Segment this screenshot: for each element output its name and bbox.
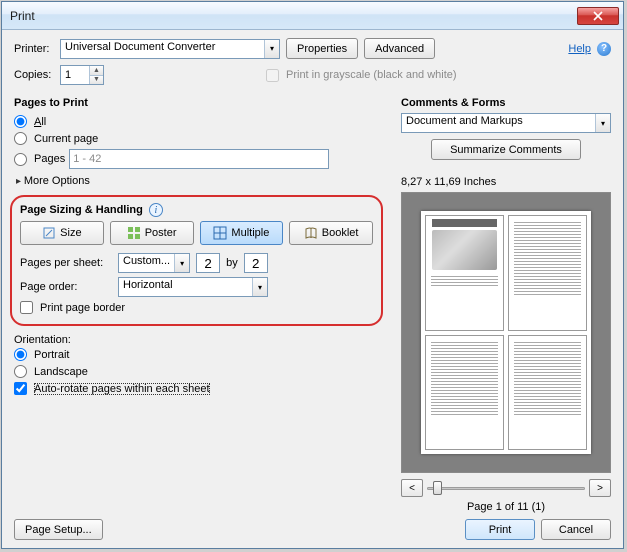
portrait-label: Portrait	[34, 349, 69, 361]
page-setup-button[interactable]: Page Setup...	[14, 519, 103, 540]
autorotate-checkbox[interactable]	[14, 382, 27, 395]
pages-all-radio[interactable]	[14, 115, 27, 128]
preview-page-1	[425, 215, 504, 331]
multiple-toggle[interactable]: Multiple	[200, 221, 284, 245]
pages-range-label: Pages	[34, 153, 65, 165]
copies-input[interactable]	[61, 66, 89, 84]
spinner-up-icon[interactable]: ▲	[90, 66, 103, 76]
pps-cols-input[interactable]	[196, 253, 220, 273]
spinner-down-icon[interactable]: ▼	[90, 76, 103, 85]
preview-page-3	[425, 335, 504, 451]
pages-range-input[interactable]	[69, 149, 329, 169]
printer-select[interactable]: Universal Document Converter ▾	[60, 39, 280, 59]
pps-by-label: by	[226, 257, 238, 269]
window-title: Print	[10, 9, 577, 23]
print-border-checkbox[interactable]	[20, 301, 33, 314]
preview-dimensions: 8,27 x 11,69 Inches	[401, 176, 611, 188]
chevron-down-icon: ▾	[264, 40, 279, 58]
sizing-title: Page Sizing & Handling	[20, 204, 143, 216]
portrait-radio[interactable]	[14, 348, 27, 361]
size-toggle[interactable]: Size	[20, 221, 104, 245]
print-border-label: Print page border	[40, 302, 125, 314]
copies-spinner[interactable]: ▲ ▼	[60, 65, 104, 85]
close-button[interactable]	[577, 7, 619, 25]
preview-slider[interactable]	[427, 481, 585, 495]
autorotate-label: Auto-rotate pages within each sheet	[34, 383, 210, 395]
grayscale-checkbox	[266, 69, 279, 82]
chevron-down-icon: ▾	[174, 254, 189, 272]
multiple-icon	[213, 226, 227, 240]
pages-to-print-title: Pages to Print	[14, 97, 383, 109]
help-icon[interactable]: ?	[597, 42, 611, 56]
slider-thumb[interactable]	[433, 481, 442, 495]
pps-mode-select[interactable]: Custom... ▾	[118, 253, 190, 273]
page-order-select[interactable]: Horizontal ▾	[118, 277, 268, 297]
poster-toggle[interactable]: Poster	[110, 221, 194, 245]
booklet-toggle[interactable]: Booklet	[289, 221, 373, 245]
preview-page-status: Page 1 of 11 (1)	[401, 501, 611, 513]
info-icon[interactable]: i	[149, 203, 163, 217]
titlebar: Print	[2, 2, 623, 30]
pages-current-label: Current page	[34, 133, 98, 145]
pps-rows-input[interactable]	[244, 253, 268, 273]
landscape-label: Landscape	[34, 366, 88, 378]
advanced-button[interactable]: Advanced	[364, 38, 435, 59]
summarize-comments-button[interactable]: Summarize Comments	[431, 139, 581, 160]
cancel-button[interactable]: Cancel	[541, 519, 611, 540]
comments-select[interactable]: Document and Markups ▾	[401, 113, 611, 133]
chevron-down-icon: ▾	[595, 114, 610, 132]
orientation-title: Orientation:	[14, 334, 383, 346]
comments-title: Comments & Forms	[401, 97, 611, 109]
pages-current-radio[interactable]	[14, 132, 27, 145]
chevron-down-icon: ▾	[252, 278, 267, 296]
landscape-radio[interactable]	[14, 365, 27, 378]
properties-button[interactable]: Properties	[286, 38, 358, 59]
page-order-value: Horizontal	[119, 278, 252, 296]
page-order-label: Page order:	[20, 281, 112, 293]
print-preview	[401, 192, 611, 473]
help-link[interactable]: Help	[568, 43, 591, 55]
close-icon	[593, 11, 603, 21]
preview-prev-button[interactable]: <	[401, 479, 423, 497]
preview-sheet	[421, 211, 591, 454]
preview-page-2	[508, 215, 587, 331]
printer-label: Printer:	[14, 43, 54, 55]
printer-selected-value: Universal Document Converter	[61, 40, 264, 58]
pages-all-label: All	[34, 116, 46, 128]
preview-next-button[interactable]: >	[589, 479, 611, 497]
more-options-toggle[interactable]: More Options	[16, 175, 383, 187]
pps-mode-value: Custom...	[119, 254, 174, 272]
pages-range-radio[interactable]	[14, 153, 27, 166]
copies-label: Copies:	[14, 69, 54, 81]
sizing-highlight-region: Page Sizing & Handling i Size	[10, 195, 383, 326]
pps-label: Pages per sheet:	[20, 257, 112, 269]
print-dialog: Print Printer: Universal Document Conver…	[1, 1, 624, 549]
preview-page-4	[508, 335, 587, 451]
comments-selected-value: Document and Markups	[402, 114, 595, 132]
size-icon	[42, 226, 56, 240]
grayscale-label: Print in grayscale (black and white)	[286, 69, 457, 81]
booklet-icon	[304, 226, 318, 240]
print-button[interactable]: Print	[465, 519, 535, 540]
slider-track	[427, 487, 585, 490]
poster-icon	[127, 226, 141, 240]
